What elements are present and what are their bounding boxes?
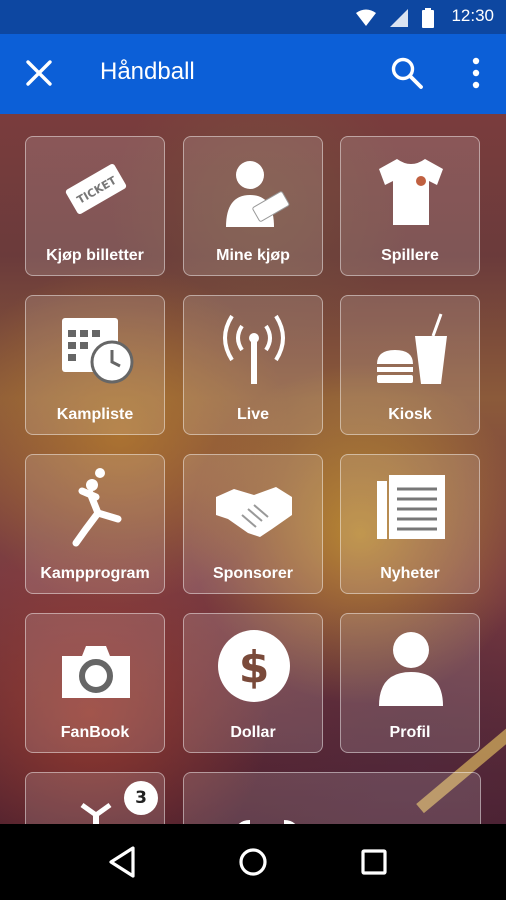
tile-fanbook[interactable]: FanBook <box>25 613 165 753</box>
tile-label: Kiosk <box>388 406 432 423</box>
tile-label: Nyheter <box>380 565 440 582</box>
tile-nyheter[interactable]: Nyheter <box>340 454 480 594</box>
calendar-clock-icon <box>62 318 134 384</box>
newspaper-icon <box>377 475 445 539</box>
recents-icon[interactable] <box>354 842 394 882</box>
tile-spillere[interactable]: Spillere <box>340 136 480 276</box>
tile-live[interactable]: Live <box>183 295 323 435</box>
jersey-icon <box>379 159 443 225</box>
tile-kjop-billetter[interactable]: TICKET Kjøp billetter <box>25 136 165 276</box>
content-area: TICKET Kjøp billetter Mine kjøp Spillere… <box>0 114 506 824</box>
status-icons <box>356 8 434 28</box>
download-icon <box>80 802 112 824</box>
app-bar: Håndball <box>0 34 506 114</box>
burger-drink-icon <box>377 313 447 384</box>
person-ticket-icon <box>226 161 290 227</box>
tile-kampprogram[interactable]: Kampprogram <box>25 454 165 594</box>
tile-label: Dollar <box>230 724 276 741</box>
tile-label: Kampprogram <box>40 565 150 582</box>
tile-label: Kampliste <box>56 406 134 423</box>
wifi-icon <box>356 9 376 26</box>
battery-icon <box>422 8 434 28</box>
tile-label: Live <box>236 406 269 423</box>
tile-share[interactable] <box>183 772 481 824</box>
notification-badge: 3 <box>124 781 158 815</box>
tile-label: Kjøp billetter <box>46 247 144 264</box>
tile-mine-kjop[interactable]: Mine kjøp <box>183 136 323 276</box>
dollar-icon: $ <box>218 630 290 702</box>
handball-player-icon <box>72 468 122 547</box>
status-bar: 12:30 <box>0 0 506 34</box>
tile-profil[interactable]: Profil <box>340 613 480 753</box>
ticket-icon: TICKET <box>65 163 127 215</box>
more-vert-icon[interactable] <box>466 56 486 90</box>
search-icon[interactable] <box>390 56 424 90</box>
page-title: Håndball <box>100 58 195 85</box>
signal-icon <box>390 9 408 27</box>
handshake-icon <box>216 487 292 537</box>
tile-label: FanBook <box>60 724 130 741</box>
tile-kampliste[interactable]: Kampliste <box>25 295 165 435</box>
tile-label: Sponsorer <box>212 565 293 582</box>
home-icon[interactable] <box>233 842 273 882</box>
status-time: 12:30 <box>451 6 494 25</box>
tile-dollar[interactable]: $ Dollar <box>183 613 323 753</box>
profile-icon <box>379 632 443 706</box>
tile-label: Profil <box>389 724 431 741</box>
antenna-icon <box>223 314 285 384</box>
navigation-bar <box>0 824 506 900</box>
close-icon[interactable] <box>24 58 54 88</box>
tile-label: Spillere <box>381 247 439 264</box>
tile-sponsorer[interactable]: Sponsorer <box>183 454 323 594</box>
tile-label: Mine kjøp <box>216 247 290 264</box>
tile-download[interactable]: 3 <box>25 772 165 824</box>
share-icon <box>239 820 295 824</box>
camera-icon <box>62 646 130 698</box>
tile-kiosk[interactable]: Kiosk <box>340 295 480 435</box>
back-icon[interactable] <box>103 842 143 882</box>
svg-text:$: $ <box>239 642 270 693</box>
